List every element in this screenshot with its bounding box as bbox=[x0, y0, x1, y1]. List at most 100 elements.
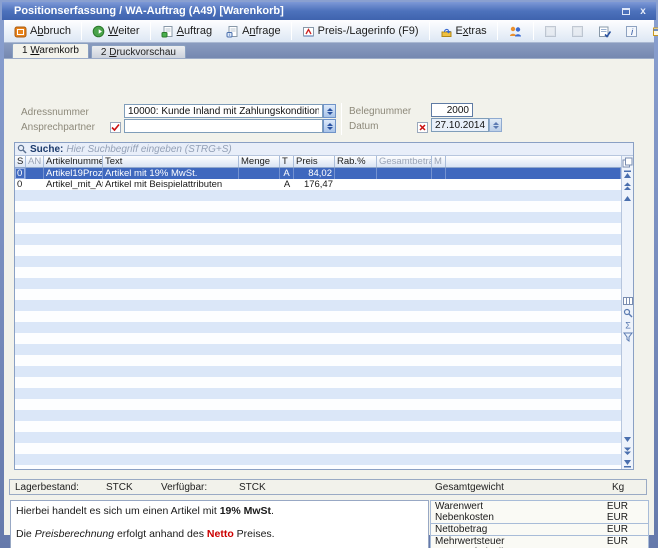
ansprechpartner-field[interactable] bbox=[124, 119, 323, 133]
cell-an bbox=[26, 179, 44, 190]
cell-gesamtbetrag bbox=[377, 168, 432, 179]
info-italic-icon: i bbox=[625, 25, 638, 38]
extras-button[interactable]: Extras bbox=[434, 22, 493, 41]
lagerbestand-unit: STCK bbox=[106, 482, 133, 493]
table-scrollbar: Σ bbox=[621, 156, 633, 469]
column-header-s[interactable]: S bbox=[15, 156, 26, 167]
up-button[interactable] bbox=[622, 193, 633, 203]
tab-warenkorb[interactable]: 1 Warenkorb bbox=[12, 43, 89, 58]
next-button-label: Weiter bbox=[108, 25, 140, 37]
pages-button[interactable] bbox=[622, 157, 633, 167]
down-button[interactable] bbox=[622, 434, 633, 444]
toolbar-separator bbox=[81, 22, 82, 40]
doc-inquiry-icon: i bbox=[226, 25, 239, 38]
column-header-text[interactable]: Text bbox=[103, 156, 239, 167]
users-icon bbox=[508, 25, 523, 38]
order-button-label: Auftrag bbox=[177, 25, 212, 37]
column-header-artikelnummer[interactable]: Artikelnummer bbox=[44, 156, 103, 167]
column-header-m[interactable]: M bbox=[432, 156, 446, 167]
tab-druckvorschau[interactable]: 2 Druckvorschau bbox=[91, 45, 186, 58]
search-label: Suche: bbox=[30, 144, 63, 155]
inquiry-button-label: Anfrage bbox=[242, 25, 281, 37]
toolbar-separator bbox=[150, 22, 151, 40]
note-check-icon bbox=[598, 25, 611, 38]
checkbox-check-icon[interactable] bbox=[110, 120, 121, 131]
svg-text:Σ: Σ bbox=[625, 320, 631, 330]
total-unit: EUR bbox=[607, 512, 644, 523]
next-button[interactable]: Weiter bbox=[86, 22, 146, 41]
doc-order-icon bbox=[161, 25, 174, 38]
column-header-preis[interactable]: Preis bbox=[294, 156, 335, 167]
cell-preis: 84,02 bbox=[294, 168, 335, 179]
cell-text: Artikel mit Beispielattributen bbox=[103, 179, 239, 190]
table-row[interactable]: 0Artikel_mit_AttribuArtikel mit Beispiel… bbox=[15, 179, 621, 190]
last-button[interactable] bbox=[622, 458, 633, 468]
cancel-icon bbox=[14, 25, 27, 38]
first-button[interactable] bbox=[622, 169, 633, 179]
total-row: NettobetragEUR bbox=[431, 524, 648, 536]
layout-button[interactable] bbox=[646, 22, 658, 41]
stock-status-bar: Lagerbestand: STCK Verfügbar: STCK Gesam… bbox=[9, 479, 647, 495]
blank-icon bbox=[544, 25, 557, 38]
abort-button[interactable]: Abbruch bbox=[8, 22, 77, 41]
pageup-button[interactable] bbox=[622, 181, 633, 191]
column-header-rab[interactable]: Rab.% bbox=[335, 156, 377, 167]
sum-button[interactable]: Σ bbox=[622, 320, 633, 330]
extras-icon bbox=[440, 25, 453, 38]
table-row[interactable]: 0Artikel19ProzentArtikel mit 19% MwSt.A8… bbox=[15, 168, 621, 179]
datum-spinner[interactable] bbox=[489, 118, 502, 132]
zoom-button[interactable] bbox=[622, 308, 633, 318]
restore-button[interactable] bbox=[619, 5, 633, 17]
search-input[interactable] bbox=[66, 144, 631, 155]
cell-artikelnummer: Artikel19Prozent bbox=[44, 168, 103, 179]
ansprechpartner-spinner[interactable] bbox=[323, 119, 336, 133]
column-header-menge[interactable]: Menge bbox=[239, 156, 280, 167]
empty-rows-area[interactable] bbox=[15, 190, 621, 469]
form-divider bbox=[341, 103, 342, 135]
column-header-an[interactable]: AN bbox=[26, 156, 44, 167]
cell-preis: 176,47 bbox=[294, 179, 335, 190]
cell-m bbox=[432, 168, 446, 179]
filter-button[interactable] bbox=[622, 332, 633, 342]
notes-button[interactable] bbox=[592, 22, 617, 41]
total-row: MehrwertsteuerEUR bbox=[431, 536, 648, 547]
placeholder-button-1 bbox=[538, 22, 563, 41]
close-button[interactable]: x bbox=[636, 5, 650, 17]
belegnummer-field[interactable] bbox=[431, 103, 473, 117]
cell-m bbox=[432, 179, 446, 190]
toolbar-separator bbox=[429, 22, 430, 40]
datum-label: Datum bbox=[349, 121, 378, 132]
toolbar-separator bbox=[291, 22, 292, 40]
abort-button-label: Abbruch bbox=[30, 25, 71, 37]
column-header-gesamtbetrag[interactable]: Gesamtbetrag bbox=[377, 156, 432, 167]
cell-text: Artikel mit 19% MwSt. bbox=[103, 168, 239, 179]
cell-s: 0 bbox=[15, 179, 26, 190]
order-button[interactable]: Auftrag bbox=[155, 22, 218, 41]
cell-t: A bbox=[280, 168, 294, 179]
total-unit: EUR bbox=[607, 536, 644, 547]
total-row: NebenkostenEUR bbox=[431, 512, 648, 524]
inquiry-button[interactable]: i Anfrage bbox=[220, 22, 287, 41]
placeholder-button-2 bbox=[565, 22, 590, 41]
total-unit: EUR bbox=[607, 524, 644, 535]
search-icon bbox=[17, 144, 27, 154]
datum-field[interactable] bbox=[431, 118, 489, 132]
grid: SANArtikelnummerTextMengeTPreisRab.%Gesa… bbox=[15, 156, 621, 469]
info-button[interactable]: i bbox=[619, 22, 644, 41]
info-line: Die Preisberechnung erfolgt anhand des N… bbox=[16, 528, 423, 541]
pagedown-button[interactable] bbox=[622, 446, 633, 456]
columns-button[interactable] bbox=[622, 296, 633, 306]
cell-filler bbox=[446, 179, 621, 190]
adressnummer-field[interactable] bbox=[124, 104, 323, 118]
cell-an bbox=[26, 168, 44, 179]
cell-menge bbox=[239, 168, 280, 179]
svg-text:i: i bbox=[229, 32, 230, 37]
adressnummer-spinner[interactable] bbox=[323, 104, 336, 118]
total-label: Nettobetrag bbox=[435, 524, 607, 535]
calendar-clear-icon[interactable] bbox=[417, 120, 428, 131]
price-stock-info-button[interactable]: Preis-/Lagerinfo (F9) bbox=[296, 22, 425, 41]
window-title: Positionserfassung / WA-Auftrag (A49) [W… bbox=[14, 5, 616, 17]
contacts-button[interactable] bbox=[502, 22, 529, 41]
column-header-t[interactable]: T bbox=[280, 156, 294, 167]
info-line: Hierbei handelt es sich um einen Artikel… bbox=[16, 505, 423, 518]
